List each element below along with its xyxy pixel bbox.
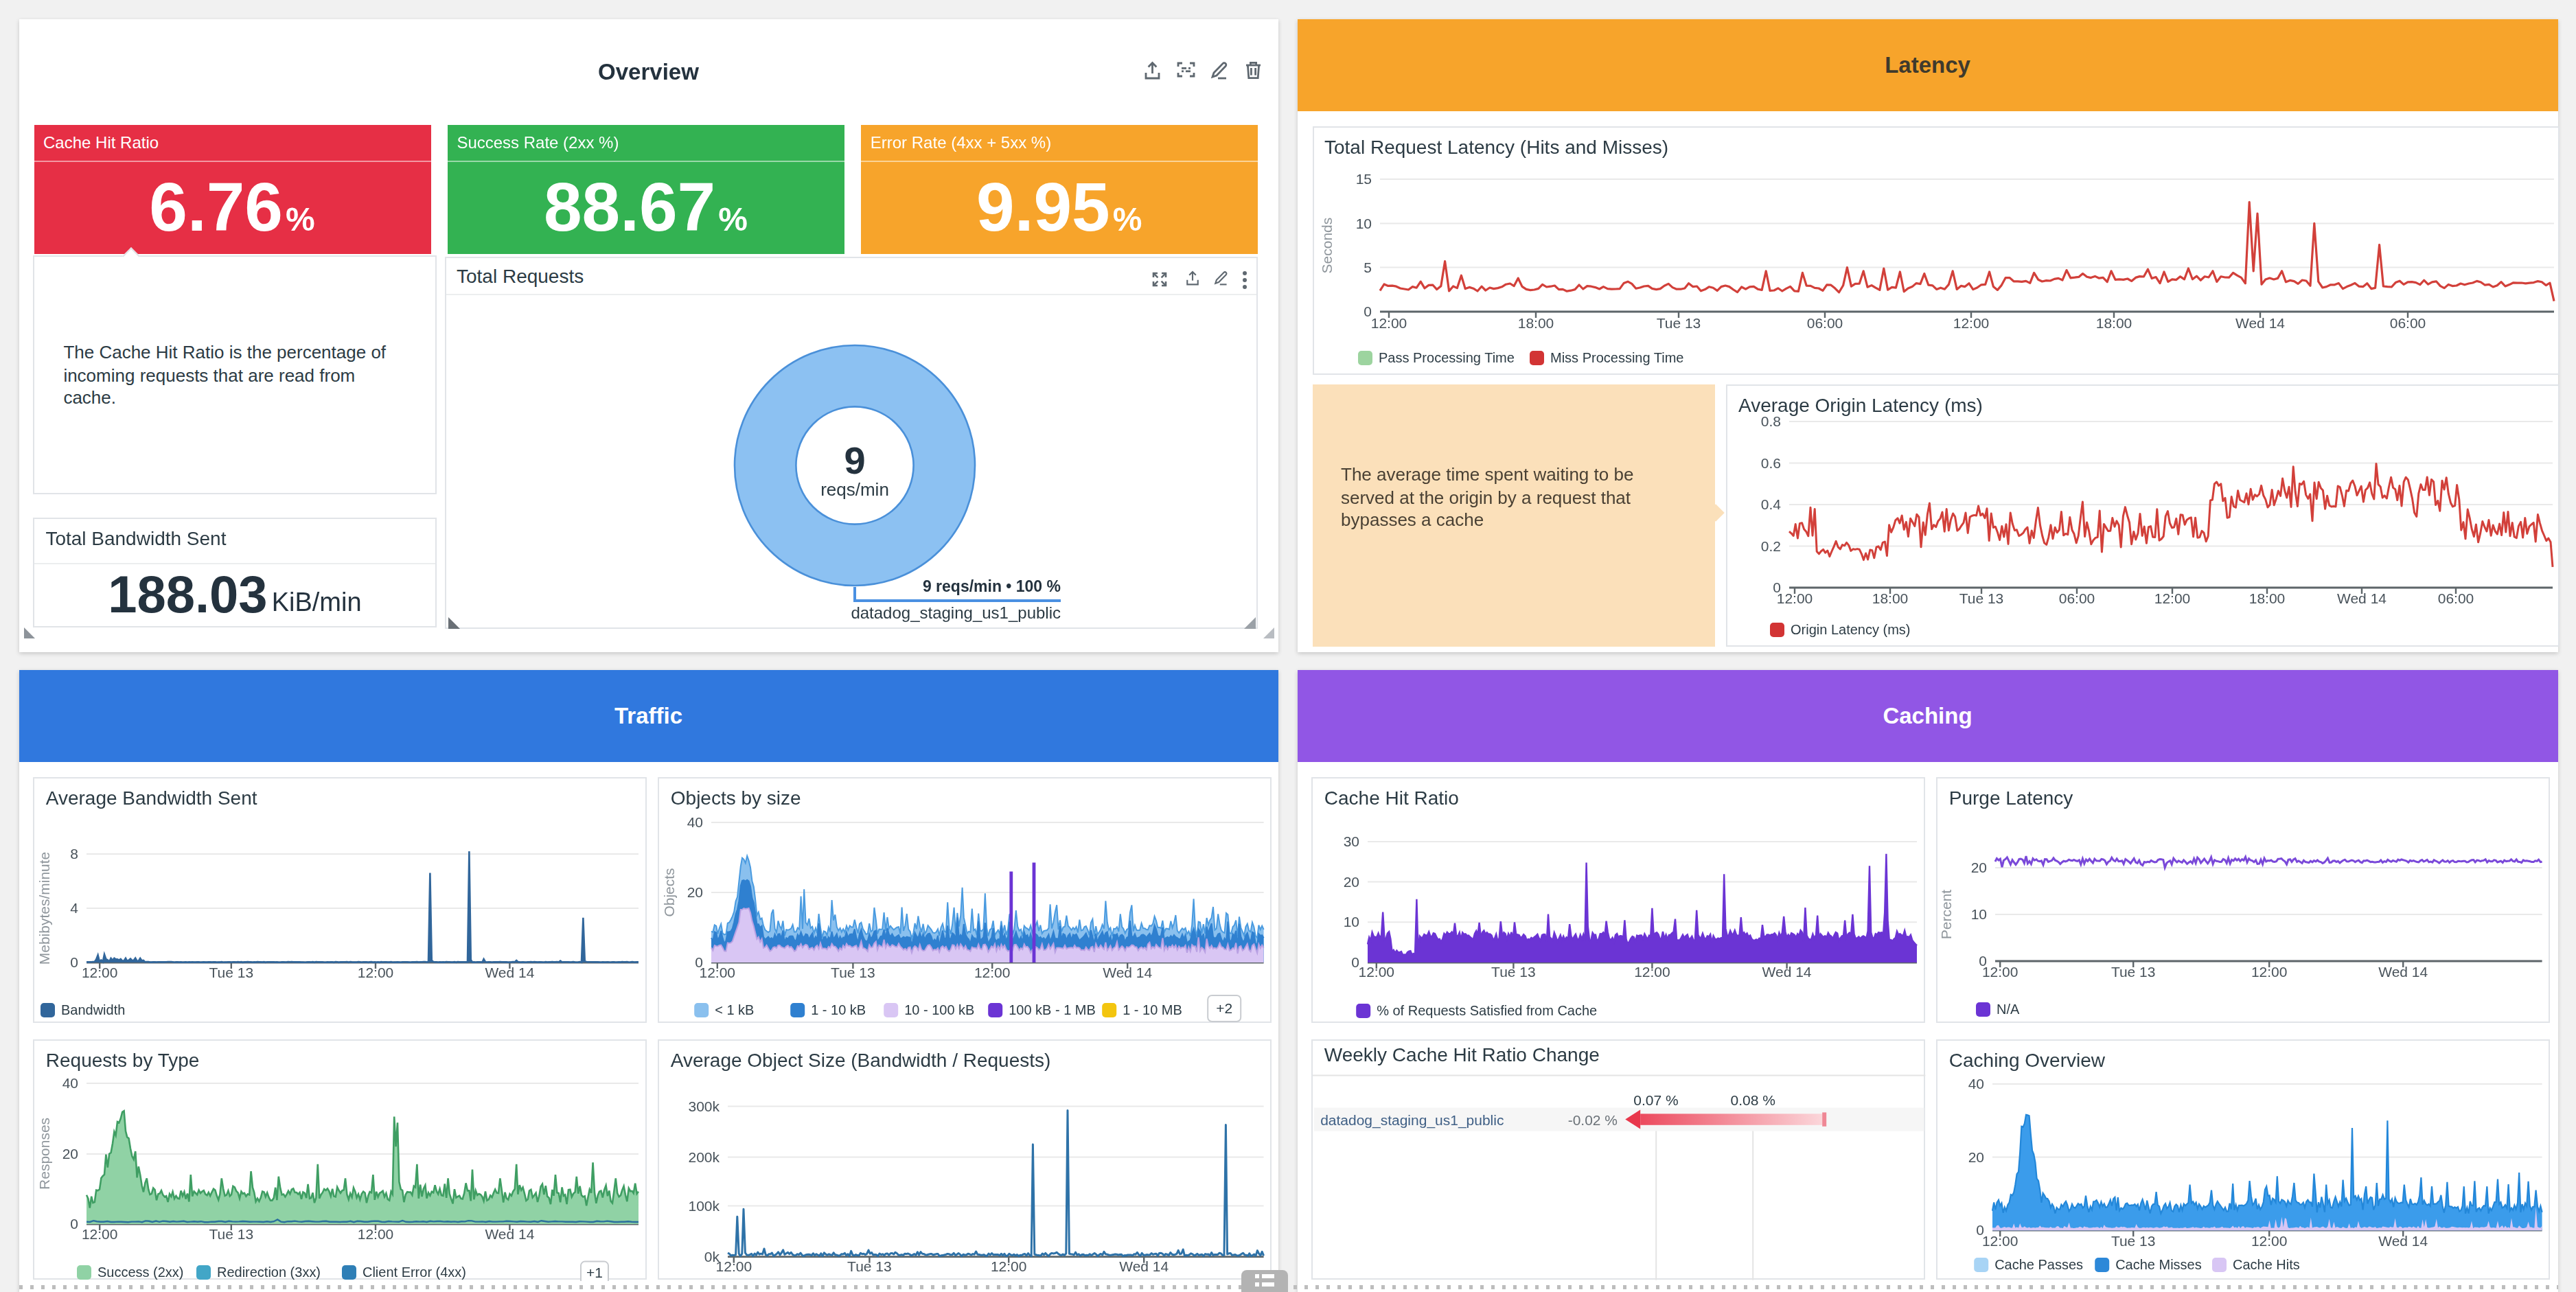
svg-text:12:00: 12:00 (1983, 1233, 2019, 1249)
svg-text:12:00: 12:00 (358, 1226, 395, 1242)
svg-text:12:00: 12:00 (1953, 315, 1989, 331)
svg-text:Tue 13: Tue 13 (2112, 1233, 2157, 1249)
svg-text:Responses: Responses (37, 1118, 53, 1190)
svg-text:12:00: 12:00 (716, 1258, 752, 1274)
svg-text:Wed 14: Wed 14 (2379, 1233, 2428, 1249)
svg-text:Miss Processing Time: Miss Processing Time (1550, 350, 1683, 365)
svg-text:Redirection (3xx): Redirection (3xx) (218, 1265, 321, 1280)
svg-text:Wed 14: Wed 14 (2235, 315, 2284, 331)
svg-text:20: 20 (1971, 860, 1987, 875)
svg-text:N/A: N/A (1997, 1002, 2021, 1017)
svg-text:0.8: 0.8 (1761, 413, 1781, 429)
svg-text:12:00: 12:00 (700, 965, 736, 980)
svg-text:Pass Processing Time: Pass Processing Time (1378, 350, 1514, 365)
svg-text:12:00: 12:00 (1359, 964, 1395, 980)
svg-text:Wed 14: Wed 14 (2379, 964, 2428, 980)
svg-text:40: 40 (62, 1076, 78, 1092)
svg-text:100 kB - 1 MB: 100 kB - 1 MB (1009, 1002, 1096, 1017)
svg-text:Success (2xx): Success (2xx) (98, 1265, 184, 1280)
svg-text:300k: 300k (689, 1098, 720, 1114)
svg-text:Seconds: Seconds (1318, 218, 1334, 274)
svg-text:Wed 14: Wed 14 (2337, 590, 2387, 606)
svg-text:30: 30 (1344, 833, 1359, 849)
svg-text:4: 4 (71, 900, 79, 916)
svg-text:0.07 %: 0.07 % (1634, 1092, 1679, 1108)
svg-text:06:00: 06:00 (2438, 590, 2474, 606)
svg-text:40: 40 (1968, 1076, 1984, 1092)
svg-text:Wed 14: Wed 14 (485, 1226, 535, 1242)
svg-text:Cache Passes: Cache Passes (1995, 1257, 2084, 1272)
svg-text:Wed 14: Wed 14 (485, 965, 535, 980)
svg-text:0.4: 0.4 (1761, 496, 1782, 512)
svg-text:5: 5 (1363, 259, 1371, 275)
svg-text:Client Error (4xx): Client Error (4xx) (363, 1265, 467, 1280)
svg-text:20: 20 (62, 1146, 78, 1162)
svg-text:Cache Hits: Cache Hits (2233, 1257, 2301, 1272)
svg-text:Wed 14: Wed 14 (1120, 1258, 1169, 1274)
svg-text:12:00: 12:00 (975, 965, 1011, 980)
svg-text:Tue 13: Tue 13 (831, 965, 876, 980)
svg-text:-0.02 %: -0.02 % (1568, 1112, 1618, 1128)
svg-text:06:00: 06:00 (1806, 315, 1843, 331)
svg-text:% of Requests Satisfied from C: % of Requests Satisfied from Cache (1377, 1003, 1598, 1018)
svg-text:100k: 100k (689, 1198, 720, 1214)
svg-text:Tue 13: Tue 13 (209, 1226, 254, 1242)
svg-text:12:00: 12:00 (1370, 315, 1407, 331)
svg-text:12:00: 12:00 (1635, 964, 1671, 980)
svg-text:Objects: Objects (662, 868, 678, 916)
svg-text:8: 8 (71, 846, 79, 862)
svg-text:18:00: 18:00 (1872, 590, 1909, 606)
svg-text:12:00: 12:00 (991, 1258, 1028, 1274)
svg-text:Wed 14: Wed 14 (1762, 964, 1812, 980)
svg-text:0: 0 (71, 954, 79, 970)
svg-text:0: 0 (71, 1216, 79, 1232)
svg-text:Bandwidth: Bandwidth (62, 1002, 126, 1017)
svg-text:Mebibytes/minute: Mebibytes/minute (37, 852, 53, 965)
svg-text:10: 10 (1971, 906, 1987, 922)
svg-text:18:00: 18:00 (1517, 315, 1554, 331)
svg-text:12:00: 12:00 (82, 1226, 119, 1242)
svg-text:18:00: 18:00 (2095, 315, 2132, 331)
svg-text:12:00: 12:00 (358, 965, 395, 980)
svg-text:Wed 14: Wed 14 (1103, 965, 1153, 980)
svg-text:20: 20 (1968, 1149, 1984, 1165)
svg-text:Cache Misses: Cache Misses (2116, 1257, 2203, 1272)
svg-text:10 - 100 kB: 10 - 100 kB (905, 1002, 975, 1017)
svg-text:06:00: 06:00 (2389, 315, 2426, 331)
svg-text:Tue 13: Tue 13 (2112, 964, 2157, 980)
svg-text:12:00: 12:00 (82, 965, 119, 980)
svg-text:20: 20 (687, 884, 703, 900)
svg-text:06:00: 06:00 (2059, 590, 2095, 606)
svg-text:0.6: 0.6 (1761, 455, 1781, 471)
svg-text:Tue 13: Tue 13 (848, 1258, 893, 1274)
svg-text:datadog_staging_us1_public: datadog_staging_us1_public (1321, 1112, 1504, 1129)
svg-text:Percent: Percent (1939, 890, 1955, 939)
svg-text:< 1 kB: < 1 kB (715, 1002, 755, 1017)
svg-text:18:00: 18:00 (2249, 590, 2286, 606)
svg-text:200k: 200k (689, 1149, 720, 1165)
svg-text:12:00: 12:00 (2252, 1233, 2288, 1249)
svg-text:10: 10 (1355, 216, 1371, 231)
svg-text:20: 20 (1344, 874, 1359, 890)
svg-text:1 - 10 kB: 1 - 10 kB (812, 1002, 866, 1017)
svg-text:12:00: 12:00 (1983, 964, 2019, 980)
svg-text:15: 15 (1355, 171, 1371, 187)
svg-text:12:00: 12:00 (2154, 590, 2191, 606)
svg-text:12:00: 12:00 (1777, 590, 1813, 606)
svg-text:0.2: 0.2 (1761, 538, 1781, 554)
svg-text:+1: +1 (587, 1265, 603, 1280)
svg-text:40: 40 (687, 814, 703, 830)
svg-text:12:00: 12:00 (2252, 964, 2288, 980)
svg-text:1 - 10 MB: 1 - 10 MB (1123, 1002, 1183, 1017)
svg-text:Tue 13: Tue 13 (1656, 315, 1701, 331)
svg-text:+2: +2 (1217, 1000, 1233, 1016)
svg-text:10: 10 (1344, 914, 1359, 930)
svg-text:Tue 13: Tue 13 (1492, 964, 1537, 980)
svg-text:Tue 13: Tue 13 (209, 965, 254, 980)
svg-text:Origin Latency (ms): Origin Latency (ms) (1791, 622, 1911, 637)
svg-text:Tue 13: Tue 13 (1959, 590, 2004, 606)
svg-text:0.08 %: 0.08 % (1731, 1092, 1775, 1108)
